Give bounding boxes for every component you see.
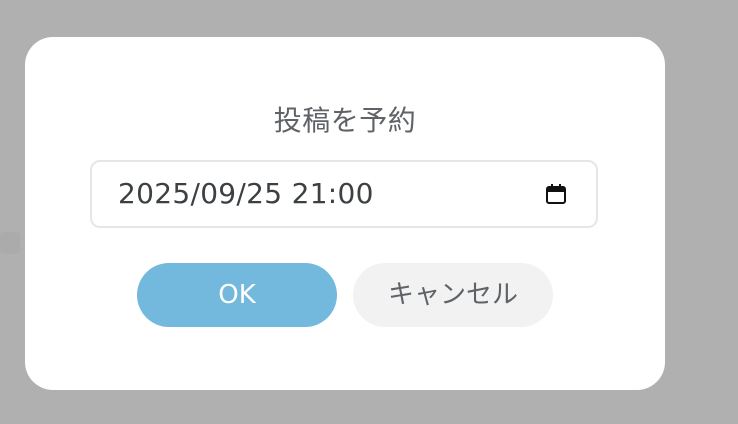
calendar-icon[interactable] <box>544 182 568 206</box>
datetime-value: 2025/09/25 21:00 <box>118 177 374 210</box>
dialog-title: 投稿を予約 <box>273 104 417 137</box>
ok-button[interactable]: OK <box>137 263 337 327</box>
schedule-post-dialog: 投稿を予約 2025/09/25 21:00 OK キャンセル <box>25 37 665 390</box>
background-content <box>0 232 20 254</box>
calendar-icon-graphic <box>546 184 566 204</box>
cancel-button[interactable]: キャンセル <box>353 263 553 327</box>
datetime-input[interactable]: 2025/09/25 21:00 <box>90 160 598 228</box>
